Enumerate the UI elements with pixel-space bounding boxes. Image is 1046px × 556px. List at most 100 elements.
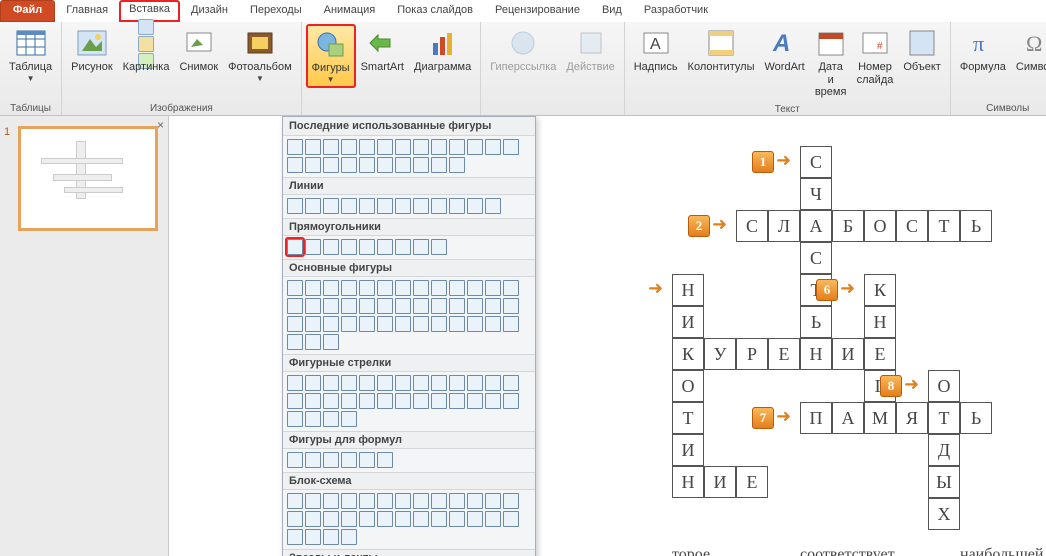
shape-item[interactable] [449, 493, 465, 509]
shape-item[interactable] [449, 280, 465, 296]
shape-item[interactable] [431, 198, 447, 214]
screenshot-button[interactable]: Снимок [174, 24, 223, 77]
shape-item[interactable] [305, 393, 321, 409]
shape-item[interactable] [377, 316, 393, 332]
tab-slideshow[interactable]: Показ слайдов [386, 0, 484, 22]
shape-item[interactable] [359, 280, 375, 296]
headerfooter-button[interactable]: Колонтитулы [683, 24, 760, 77]
shape-item[interactable] [305, 157, 321, 173]
shape-item[interactable] [449, 198, 465, 214]
shape-item[interactable] [287, 239, 303, 255]
shape-item[interactable] [485, 511, 501, 527]
shape-item[interactable] [467, 280, 483, 296]
shape-item[interactable] [485, 493, 501, 509]
shape-item[interactable] [431, 511, 447, 527]
shape-item[interactable] [287, 157, 303, 173]
shape-item[interactable] [341, 511, 357, 527]
shape-item[interactable] [503, 280, 519, 296]
shape-item[interactable] [323, 452, 339, 468]
shape-item[interactable] [503, 393, 519, 409]
shape-item[interactable] [359, 198, 375, 214]
shape-item[interactable] [305, 239, 321, 255]
shape-item[interactable] [341, 239, 357, 255]
shape-item[interactable] [287, 452, 303, 468]
tab-animation[interactable]: Анимация [313, 0, 387, 22]
shape-item[interactable] [305, 280, 321, 296]
shape-item[interactable] [323, 411, 339, 427]
shape-item[interactable] [449, 393, 465, 409]
shape-item[interactable] [323, 157, 339, 173]
shape-item[interactable] [287, 511, 303, 527]
symbol-button[interactable]: ΩСимвол [1011, 24, 1046, 77]
tab-review[interactable]: Рецензирование [484, 0, 591, 22]
shape-item[interactable] [467, 316, 483, 332]
tab-transitions[interactable]: Переходы [239, 0, 313, 22]
shape-item[interactable] [323, 139, 339, 155]
shape-item[interactable] [503, 298, 519, 314]
shape-item[interactable] [341, 452, 357, 468]
shape-item[interactable] [359, 452, 375, 468]
equation-button[interactable]: πФормула [955, 24, 1011, 77]
shape-item[interactable] [449, 298, 465, 314]
shape-item[interactable] [377, 280, 393, 296]
shape-item[interactable] [377, 375, 393, 391]
shape-item[interactable] [503, 316, 519, 332]
slide-thumbnail[interactable]: 1 [0, 122, 168, 235]
shape-item[interactable] [377, 298, 393, 314]
shape-item[interactable] [287, 198, 303, 214]
shape-item[interactable] [359, 157, 375, 173]
shape-item[interactable] [341, 298, 357, 314]
object-button[interactable]: Объект [898, 24, 945, 77]
shape-item[interactable] [449, 375, 465, 391]
shape-item[interactable] [287, 375, 303, 391]
clipart-button[interactable]: Картинка [118, 24, 175, 77]
shape-item[interactable] [485, 139, 501, 155]
shape-item[interactable] [377, 139, 393, 155]
shape-item[interactable] [485, 316, 501, 332]
shape-item[interactable] [413, 139, 429, 155]
shape-item[interactable] [305, 316, 321, 332]
shape-item[interactable] [323, 493, 339, 509]
shape-item[interactable] [377, 393, 393, 409]
shape-item[interactable] [323, 375, 339, 391]
shape-item[interactable] [287, 393, 303, 409]
shape-item[interactable] [359, 239, 375, 255]
shape-item[interactable] [503, 139, 519, 155]
shape-item[interactable] [503, 375, 519, 391]
shape-item[interactable] [305, 529, 321, 545]
shape-item[interactable] [323, 280, 339, 296]
shape-item[interactable] [323, 334, 339, 350]
shape-item[interactable] [467, 393, 483, 409]
shape-item[interactable] [431, 239, 447, 255]
shape-item[interactable] [431, 139, 447, 155]
shape-item[interactable] [395, 280, 411, 296]
shape-item[interactable] [467, 493, 483, 509]
shape-item[interactable] [341, 280, 357, 296]
shape-item[interactable] [467, 375, 483, 391]
shape-item[interactable] [341, 493, 357, 509]
shape-item[interactable] [413, 511, 429, 527]
shape-item[interactable] [305, 411, 321, 427]
shape-item[interactable] [431, 280, 447, 296]
shape-item[interactable] [323, 316, 339, 332]
shape-item[interactable] [467, 139, 483, 155]
shape-item[interactable] [323, 511, 339, 527]
shape-item[interactable] [431, 157, 447, 173]
shape-item[interactable] [359, 511, 375, 527]
shape-item[interactable] [395, 139, 411, 155]
shape-item[interactable] [431, 298, 447, 314]
shape-item[interactable] [305, 375, 321, 391]
shape-item[interactable] [359, 375, 375, 391]
shape-item[interactable] [413, 493, 429, 509]
shape-item[interactable] [413, 393, 429, 409]
shape-item[interactable] [305, 452, 321, 468]
shape-item[interactable] [431, 393, 447, 409]
shape-item[interactable] [341, 157, 357, 173]
shape-item[interactable] [323, 198, 339, 214]
shapes-button[interactable]: Фигуры ▼ [306, 24, 356, 88]
datetime-button[interactable]: Дата и время [810, 24, 852, 102]
shape-item[interactable] [287, 139, 303, 155]
shape-item[interactable] [377, 157, 393, 173]
shape-item[interactable] [467, 298, 483, 314]
shape-item[interactable] [449, 316, 465, 332]
